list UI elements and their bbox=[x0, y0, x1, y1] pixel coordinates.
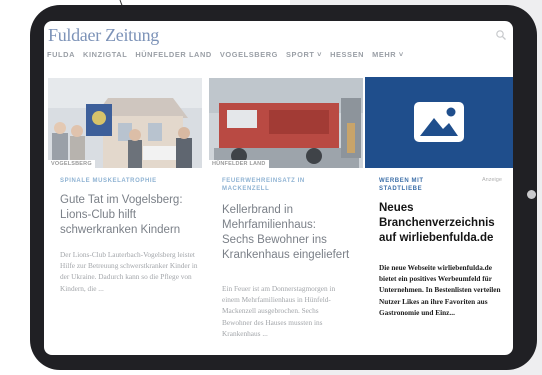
search-icon[interactable] bbox=[495, 29, 507, 41]
tablet-frame: Fuldaer Zeitung FULDA KINZIGTAL HÜNFELDE… bbox=[30, 5, 537, 370]
nav-item-sport[interactable]: SPORT ˅ bbox=[286, 50, 322, 59]
ad-teaser: Die neue Webseite wirliebenfulda.de biet… bbox=[379, 263, 501, 317]
article-image-kellerbrand[interactable]: HÜNFELDER LAND bbox=[209, 78, 363, 168]
fire-truck-photo bbox=[209, 78, 363, 168]
article-tag: HÜNFELDER LAND bbox=[209, 160, 269, 168]
site-logo[interactable]: Fuldaer Zeitung bbox=[48, 25, 159, 46]
tablet-screen: Fuldaer Zeitung FULDA KINZIGTAL HÜNFELDE… bbox=[44, 21, 513, 355]
article-headline[interactable]: Gute Tat im Vogelsberg: Lions-Club hilft… bbox=[60, 193, 200, 238]
main-nav: FULDA KINZIGTAL HÜNFELDER LAND VOGELSBER… bbox=[47, 50, 404, 59]
article-kicker: FEUERWEHREINSATZ IN MACKENZELL bbox=[222, 178, 305, 192]
ad-kicker: WERBEN MIT STADTLIEBE bbox=[379, 178, 424, 192]
article-headline[interactable]: Kellerbrand in Mehrfamilienhaus: Sechs B… bbox=[222, 203, 350, 263]
nav-item-fulda[interactable]: FULDA bbox=[47, 50, 75, 59]
image-icon bbox=[414, 102, 464, 142]
article-kicker: SPINALE MUSKELATROPHIE bbox=[60, 178, 157, 184]
home-button[interactable] bbox=[527, 190, 536, 199]
nav-item-vogelsberg[interactable]: VOGELSBERG bbox=[220, 50, 278, 59]
article-teaser: Der Lions-Club Lauterbach-Vogelsberg lei… bbox=[60, 250, 198, 293]
ad-label: Anzeige bbox=[482, 177, 502, 183]
article-tag: VOGELSBERG bbox=[48, 160, 95, 168]
lions-club-photo bbox=[48, 78, 202, 168]
ad-image-placeholder[interactable] bbox=[365, 77, 513, 168]
nav-item-huenfelder-land[interactable]: HÜNFELDER LAND bbox=[135, 50, 212, 59]
nav-item-kinzigtal[interactable]: KINZIGTAL bbox=[83, 50, 127, 59]
nav-item-hessen[interactable]: HESSEN bbox=[330, 50, 364, 59]
article-teaser: Ein Feuer ist am Donnerstagmorgen in ein… bbox=[222, 284, 336, 338]
article-image-lions-club[interactable]: VOGELSBERG bbox=[48, 78, 202, 168]
ad-headline[interactable]: Neues Branchenverzeichnis auf wirliebenf… bbox=[379, 201, 513, 246]
nav-item-mehr[interactable]: MEHR ˅ bbox=[372, 50, 404, 59]
